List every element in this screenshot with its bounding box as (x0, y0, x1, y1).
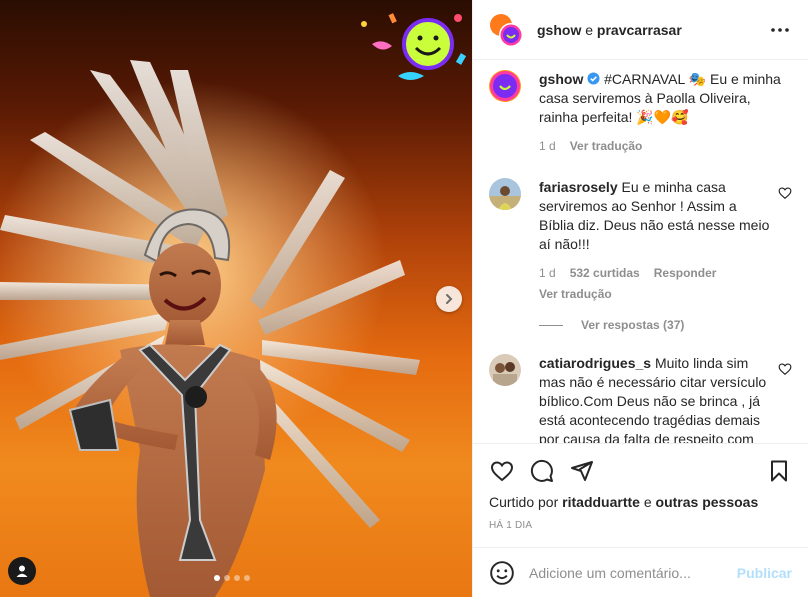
collaborator-username[interactable]: pravcarrasar (597, 22, 682, 38)
collab-avatars[interactable] (489, 13, 523, 47)
chevron-right-icon (446, 294, 453, 304)
reply-button[interactable]: Responder (654, 264, 717, 283)
comment-username[interactable]: catiarodrigues_s (539, 355, 651, 371)
comment-time[interactable]: 1 d (539, 264, 556, 283)
post-author[interactable]: gshow e pravcarrasar (537, 22, 682, 38)
carousel-dot (234, 575, 240, 581)
comments-section[interactable]: gshow #CARNAVAL 🎭 Eu e minha casa servir… (473, 60, 808, 443)
more-options-button[interactable] (768, 18, 792, 42)
comment-icon (530, 459, 553, 482)
post-side-panel: gshow e pravcarrasar gshow #CARNAVAL 🎭 E… (472, 0, 808, 597)
catiarodrigues-avatar (489, 354, 521, 386)
send-icon (571, 461, 593, 481)
user-tag-icon (16, 565, 28, 577)
comment-like-heart-icon[interactable] (778, 362, 792, 376)
post-timestamp[interactable]: HÁ 1 DIA (489, 520, 792, 531)
avatar[interactable] (489, 70, 521, 102)
avatar[interactable] (489, 354, 521, 386)
carousel-dot (244, 575, 250, 581)
liked-by-prefix: Curtido por (489, 494, 563, 510)
liked-by-user[interactable]: ritadduartte (562, 494, 640, 510)
replies-divider (539, 324, 563, 326)
action-bar (489, 456, 792, 486)
view-replies-label: Ver respostas (37) (581, 318, 685, 332)
liked-by-others[interactable]: outras pessoas (656, 494, 759, 510)
comment-likes[interactable]: 532 curtidas (570, 264, 640, 283)
carousel-dot (224, 575, 230, 581)
comment-button[interactable] (529, 458, 555, 484)
comment-item: catiarodrigues_s Muito linda sim mas não… (489, 354, 792, 443)
comment-input[interactable] (529, 564, 737, 581)
author-username[interactable]: gshow (537, 22, 581, 38)
like-button[interactable] (489, 458, 515, 484)
post-actions-area: Curtido por ritadduartte e outras pessoa… (473, 443, 808, 531)
instagram-post: gshow e pravcarrasar gshow #CARNAVAL 🎭 E… (0, 0, 808, 597)
avatar[interactable] (489, 178, 521, 210)
caption-translate-link[interactable]: Ver tradução (570, 137, 643, 156)
comment-translate-link[interactable]: Ver tradução (539, 285, 612, 304)
publish-button[interactable]: Publicar (737, 565, 792, 581)
caption: gshow #CARNAVAL 🎭 Eu e minha casa servir… (489, 70, 792, 156)
liked-by: Curtido por ritadduartte e outras pessoa… (489, 494, 792, 510)
carnival-smiley-sticker (361, 13, 467, 80)
save-button[interactable] (766, 458, 792, 484)
fariasrosely-avatar (489, 178, 521, 210)
post-header: gshow e pravcarrasar (473, 0, 808, 60)
verified-badge-icon (587, 72, 600, 85)
emoji-icon[interactable] (489, 560, 515, 586)
carousel-dot-active (214, 575, 220, 581)
comment-composer: Publicar (473, 547, 808, 597)
liked-by-connector: e (639, 494, 656, 510)
bookmark-icon (771, 460, 787, 482)
view-replies-button[interactable]: Ver respostas (37) (539, 318, 792, 332)
comment-username[interactable]: fariasrosely (539, 179, 618, 195)
avatar (490, 13, 523, 47)
user-tags-button[interactable] (8, 557, 36, 585)
heart-icon (490, 461, 514, 482)
gshow-avatar (489, 70, 521, 102)
post-photo[interactable] (0, 0, 472, 597)
caption-time[interactable]: 1 d (539, 137, 556, 156)
caption-username[interactable]: gshow (539, 71, 583, 87)
carousel-indicator (214, 575, 250, 581)
share-button[interactable] (569, 458, 595, 484)
carousel-next-button[interactable] (436, 286, 462, 312)
author-connector: e (581, 21, 597, 38)
comment-item: fariasrosely Eu e minha casa serviremos … (489, 178, 792, 304)
comment-like-heart-icon[interactable] (778, 186, 792, 200)
more-horizontal-icon (771, 27, 789, 32)
